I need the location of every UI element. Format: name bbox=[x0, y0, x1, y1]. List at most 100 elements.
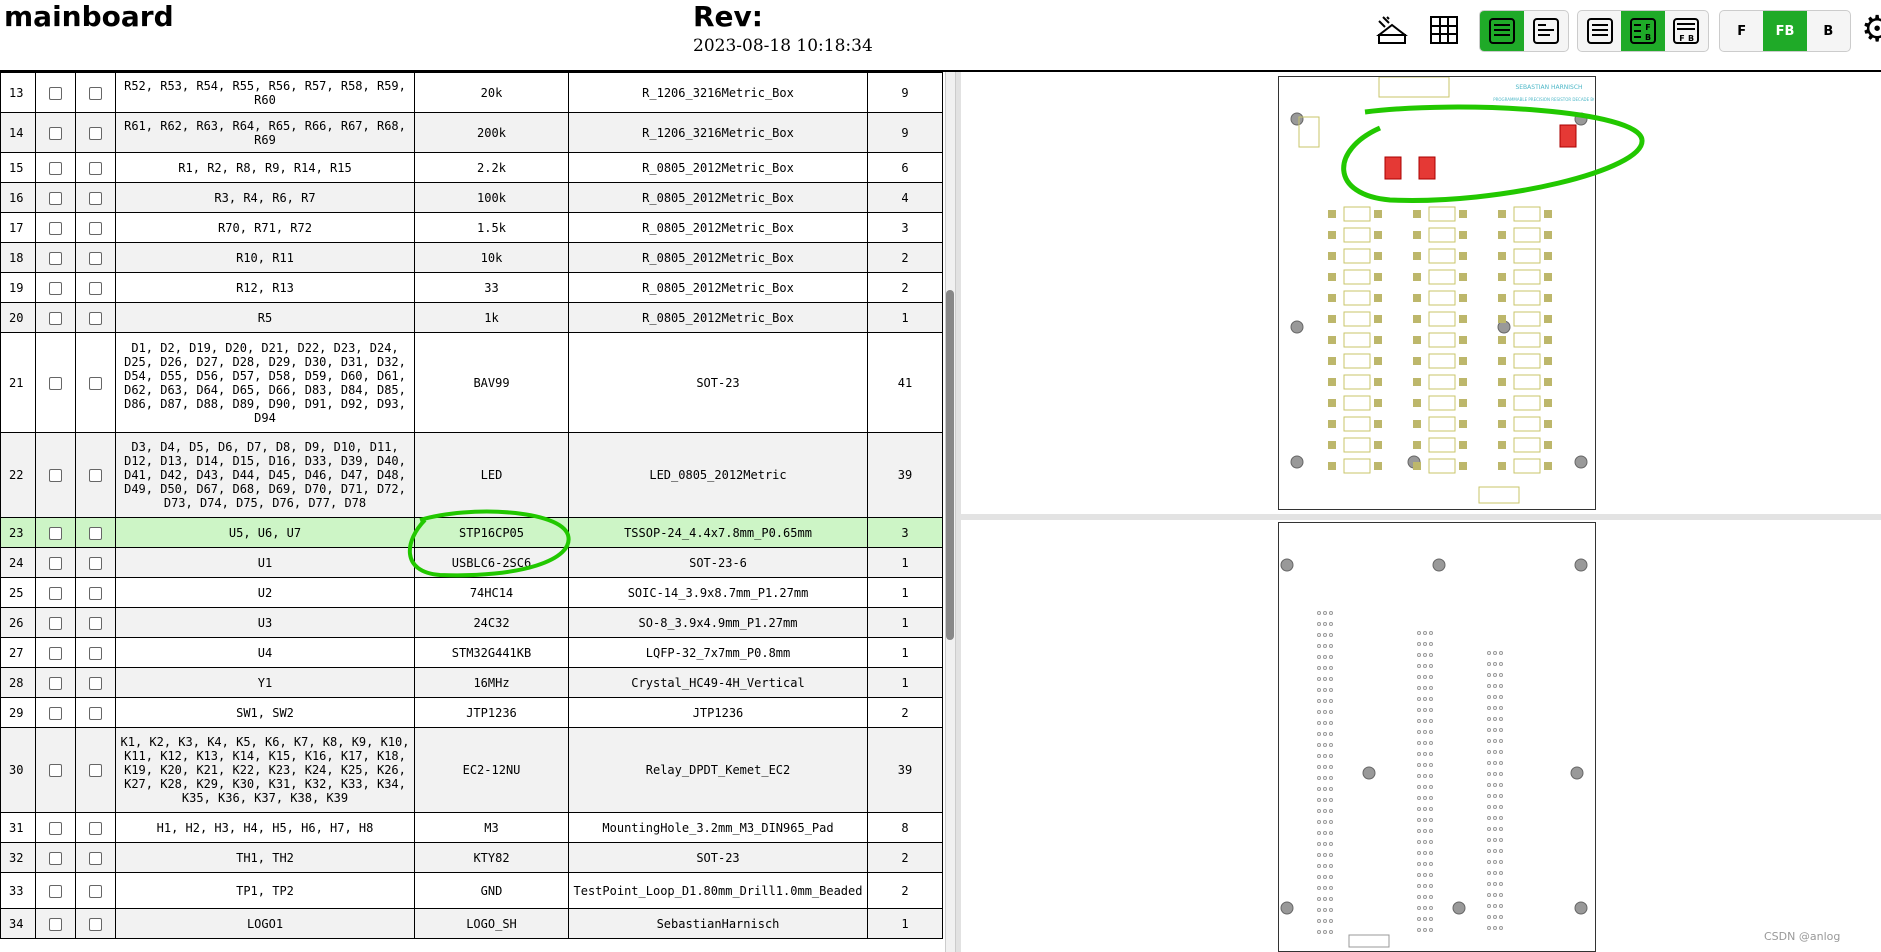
table-row[interactable]: 15 R1, R2, R8, R9, R14, R15 2.2k R_0805_201… bbox=[0, 152, 943, 183]
table-row[interactable]: 32 TH1, TH2 KTY82 SOT-23 2 bbox=[0, 842, 943, 873]
sourced-checkbox[interactable] bbox=[49, 311, 62, 325]
sourced-checkbox[interactable] bbox=[49, 586, 62, 600]
sourced-checkbox[interactable] bbox=[49, 556, 62, 570]
table-row[interactable]: 24 U1 USBLC6-2SC6 SOT-23-6 1 bbox=[0, 547, 943, 578]
quantity-cell: 2 bbox=[867, 872, 943, 909]
placed-checkbox[interactable] bbox=[89, 526, 102, 540]
placed-checkbox[interactable] bbox=[89, 281, 102, 295]
horizontal-splitter[interactable] bbox=[960, 514, 1881, 520]
sourced-checkbox[interactable] bbox=[49, 281, 62, 295]
bom-scrollbar-thumb[interactable] bbox=[946, 290, 954, 640]
layer-front-button[interactable]: F bbox=[1720, 11, 1763, 51]
placed-checkbox[interactable] bbox=[89, 646, 102, 660]
table-row[interactable]: 19 R12, R13 33 R_0805_2012Metric_Box 2 bbox=[0, 272, 943, 303]
sourced-checkbox[interactable] bbox=[49, 526, 62, 540]
via-pad bbox=[1317, 699, 1321, 703]
table-row[interactable]: 21 D1, D2, D19, D20, D21, D22, D23, D24, … bbox=[0, 332, 943, 433]
vertical-splitter[interactable] bbox=[955, 72, 961, 952]
sourced-checkbox[interactable] bbox=[49, 376, 62, 390]
mounting-hole bbox=[1574, 112, 1588, 126]
bom-only-button[interactable] bbox=[1578, 11, 1621, 51]
placed-checkbox[interactable] bbox=[89, 676, 102, 690]
sourced-checkbox[interactable] bbox=[49, 191, 62, 205]
pcb-back-canvas[interactable] bbox=[1279, 523, 1594, 951]
table-row[interactable]: 23 U5, U6, U7 STP16CP05 TSSOP-24_4.4x7.8mm_… bbox=[0, 517, 943, 548]
table-row[interactable]: 29 SW1, SW2 JTP1236 JTP1236 2 bbox=[0, 697, 943, 728]
sourced-checkbox[interactable] bbox=[49, 616, 62, 630]
placed-checkbox-cell bbox=[75, 112, 116, 153]
sourced-checkbox[interactable] bbox=[49, 469, 62, 482]
sourced-checkbox[interactable] bbox=[49, 646, 62, 660]
layout-bom-top-button[interactable] bbox=[1524, 11, 1568, 51]
sourced-checkbox[interactable] bbox=[49, 821, 62, 835]
pcb-back-view[interactable] bbox=[1278, 522, 1596, 952]
table-row[interactable]: 28 Y1 16MHz Crystal_HC49-4H_Vertical 1 bbox=[0, 667, 943, 698]
placed-checkbox[interactable] bbox=[89, 221, 102, 235]
bom-left-fb-icon: F B bbox=[1629, 18, 1656, 44]
placed-checkbox[interactable] bbox=[89, 161, 102, 175]
placed-checkbox[interactable] bbox=[89, 884, 102, 898]
placed-checkbox[interactable] bbox=[89, 556, 102, 570]
table-row[interactable]: 20 R5 1k R_0805_2012Metric_Box 1 bbox=[0, 302, 943, 333]
value-cell: M3 bbox=[414, 812, 569, 843]
table-row[interactable]: 31 H1, H2, H3, H4, H5, H6, H7, H8 M3 Mounti… bbox=[0, 812, 943, 843]
table-row[interactable]: 16 R3, R4, R6, R7 100k R_0805_2012Metric_Bo… bbox=[0, 182, 943, 213]
layer-back-button[interactable]: B bbox=[1807, 11, 1850, 51]
sourced-checkbox[interactable] bbox=[49, 161, 62, 175]
sourced-checkbox[interactable] bbox=[49, 86, 62, 100]
sourced-checkbox[interactable] bbox=[49, 917, 62, 931]
placed-checkbox[interactable] bbox=[89, 917, 102, 931]
pcb-front-canvas[interactable]: SEBASTIAN HARNISCH PROGRAMMABLE PRECISION… bbox=[1279, 76, 1605, 508]
table-row[interactable]: 30 K1, K2, K3, K4, K5, K6, K7, K8, K9, K1… bbox=[0, 727, 943, 813]
svg-text:F: F bbox=[1680, 34, 1685, 43]
sourced-checkbox[interactable] bbox=[49, 851, 62, 865]
layer-front-back-button[interactable]: FB bbox=[1763, 11, 1807, 51]
placed-checkbox[interactable] bbox=[89, 616, 102, 630]
via-pad bbox=[1417, 895, 1421, 899]
placed-checkbox[interactable] bbox=[89, 191, 102, 205]
table-row[interactable]: 17 R70, R71, R72 1.5k R_0805_2012Metric_Box… bbox=[0, 212, 943, 243]
via-pad bbox=[1329, 842, 1333, 846]
pcb-front-view[interactable]: SEBASTIAN HARNISCH PROGRAMMABLE PRECISION… bbox=[1278, 76, 1605, 510]
table-row[interactable]: 34 LOGO1 LOGO_SH SebastianHarnisch 1 bbox=[0, 908, 943, 939]
table-row[interactable]: 18 R10, R11 10k R_0805_2012Metric_Box 2 bbox=[0, 242, 943, 273]
table-row[interactable]: 25 U2 74HC14 SOIC-14_3.9x8.7mm_P1.27mm 1 bbox=[0, 577, 943, 608]
via-pad bbox=[1417, 763, 1421, 767]
placed-checkbox[interactable] bbox=[89, 311, 102, 325]
placed-checkbox[interactable] bbox=[89, 126, 102, 140]
placed-checkbox[interactable] bbox=[89, 251, 102, 265]
placed-checkbox[interactable] bbox=[89, 706, 102, 720]
placed-checkbox-cell bbox=[75, 182, 116, 213]
table-row[interactable]: 13 R52, R53, R54, R55, R56, R57, R58, R59… bbox=[0, 72, 943, 113]
table-row[interactable]: 22 D3, D4, D5, D6, D7, D8, D9, D10, D11, … bbox=[0, 432, 943, 518]
led-pad bbox=[1328, 231, 1336, 239]
sourced-checkbox[interactable] bbox=[49, 884, 62, 898]
placed-checkbox[interactable] bbox=[89, 851, 102, 865]
table-row[interactable]: 26 U3 24C32 SO-8_3.9x4.9mm_P1.27mm 1 bbox=[0, 607, 943, 638]
quantity-cell: 8 bbox=[867, 812, 943, 843]
placed-checkbox[interactable] bbox=[89, 821, 102, 835]
mounting-hole bbox=[1432, 558, 1446, 572]
sourced-checkbox[interactable] bbox=[49, 251, 62, 265]
sourced-checkbox[interactable] bbox=[49, 221, 62, 235]
gear-icon[interactable]: ⚙ bbox=[1861, 12, 1881, 48]
table-row[interactable]: 14 R61, R62, R63, R64, R65, R66, R67, R68… bbox=[0, 112, 943, 153]
placed-checkbox[interactable] bbox=[89, 586, 102, 600]
placed-checkbox-cell bbox=[75, 72, 116, 113]
placed-checkbox[interactable] bbox=[89, 469, 102, 482]
layout-bom-left-button[interactable] bbox=[1480, 11, 1524, 51]
bom-top-fb-button[interactable]: F B bbox=[1665, 11, 1708, 51]
grid-button[interactable] bbox=[1424, 10, 1464, 50]
sourced-checkbox[interactable] bbox=[49, 676, 62, 690]
sourced-checkbox[interactable] bbox=[49, 126, 62, 140]
placed-checkbox[interactable] bbox=[89, 376, 102, 390]
sourced-checkbox[interactable] bbox=[49, 706, 62, 720]
table-row[interactable]: 27 U4 STM32G441KB LQFP-32_7x7mm_P0.8mm 1 bbox=[0, 637, 943, 668]
placed-checkbox[interactable] bbox=[89, 86, 102, 100]
table-row[interactable]: 33 TP1, TP2 GND TestPoint_Loop_D1.80mm_Dril… bbox=[0, 872, 943, 909]
sourced-checkbox[interactable] bbox=[49, 764, 62, 777]
led-pad bbox=[1328, 315, 1336, 323]
dark-mode-toggle-button[interactable] bbox=[1372, 10, 1412, 50]
placed-checkbox[interactable] bbox=[89, 764, 102, 777]
bom-left-fb-button[interactable]: F B bbox=[1621, 11, 1665, 51]
